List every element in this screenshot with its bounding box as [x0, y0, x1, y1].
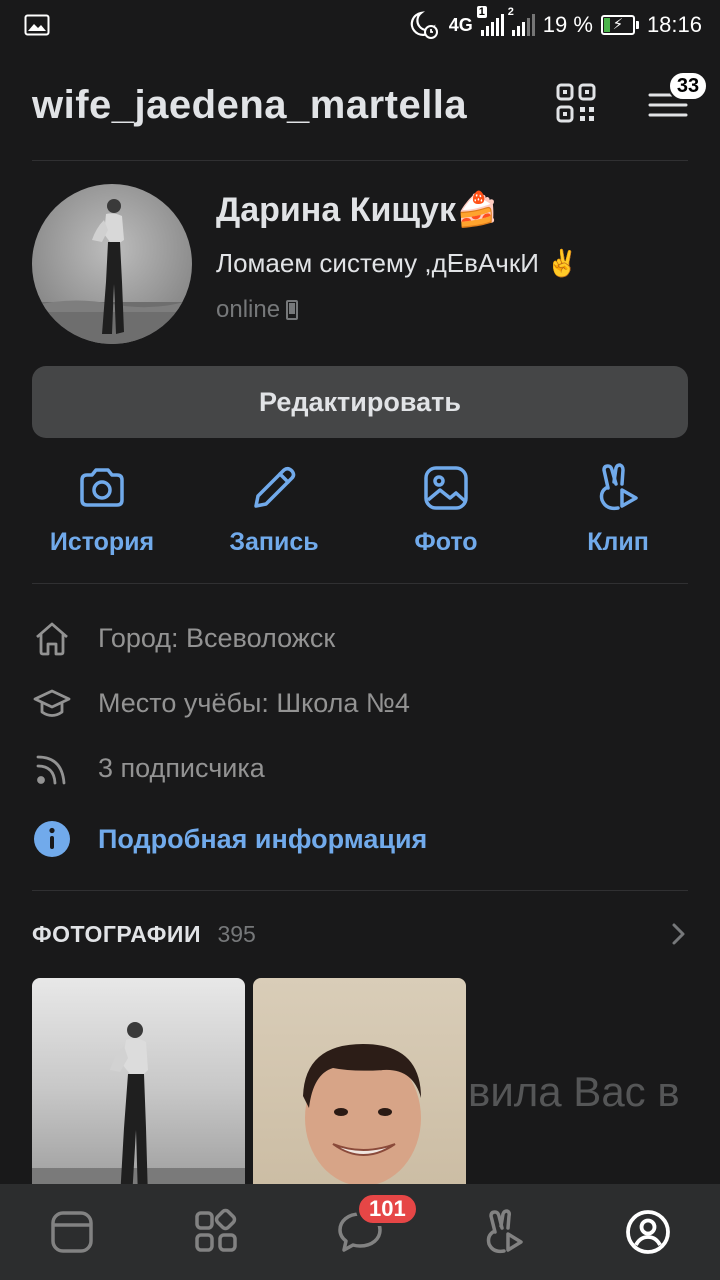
online-label: online: [216, 296, 281, 323]
menu-notification-badge: 33: [668, 71, 708, 101]
qr-code-icon[interactable]: [556, 83, 596, 128]
action-photo[interactable]: Фото: [360, 462, 532, 557]
action-clip-label: Клип: [587, 528, 649, 556]
photo-thumbnail[interactable]: [32, 978, 245, 1198]
tab-services[interactable]: [176, 1192, 256, 1272]
graduation-cap-icon: [33, 689, 71, 717]
image-icon: [424, 466, 468, 510]
services-grid-icon: [195, 1208, 237, 1252]
photos-section-header[interactable]: ФОТОГРАФИИ 395: [32, 920, 688, 948]
action-story[interactable]: История: [16, 462, 188, 557]
overlay-notification-text: вила Вас в: [468, 1068, 680, 1115]
profile-icon: [626, 1210, 670, 1254]
photos-title: ФОТОГРАФИИ: [32, 920, 201, 947]
tab-profile[interactable]: [608, 1192, 688, 1272]
network-type: 4G: [448, 14, 473, 35]
news-feed-icon: [51, 1211, 93, 1253]
username: wife_jaedena_martella: [32, 82, 468, 127]
edit-profile-button[interactable]: Редактировать: [32, 366, 688, 438]
action-clip[interactable]: Клип: [532, 462, 704, 557]
info-followers-text: 3 подписчика: [98, 753, 265, 783]
sim2-label: 2: [507, 6, 514, 18]
tab-messages[interactable]: 101: [320, 1192, 419, 1272]
profile-header: wife_jaedena_martella 33: [32, 70, 708, 140]
mobile-phone-icon: [286, 300, 299, 320]
bottom-tab-bar: 101: [0, 1184, 720, 1280]
info-school-text: Место учёбы: Школа №4: [98, 688, 410, 718]
messages-badge: 101: [356, 1192, 419, 1226]
online-indicator: online: [216, 296, 299, 324]
tab-clips[interactable]: [464, 1192, 544, 1272]
info-details[interactable]: Подробная информация: [32, 801, 688, 877]
profile-name: Дарина Кищук🍰: [216, 191, 499, 229]
pencil-icon: [254, 466, 296, 508]
action-photo-label: Фото: [414, 528, 478, 556]
status-bar: 4G 1 2 19 % ⚡ 18:16: [0, 0, 720, 50]
profile-info-list: Город: Всеволожск Место учёбы: Школа №4 …: [32, 606, 688, 877]
info-followers[interactable]: 3 подписчика: [32, 736, 688, 801]
action-post[interactable]: Запись: [188, 462, 360, 557]
chevron-right-icon: [672, 923, 685, 945]
info-school: Место учёбы: Школа №4: [32, 671, 688, 736]
home-icon: [36, 622, 68, 655]
sim1-label: 1: [476, 6, 487, 18]
info-city-text: Город: Всеволожск: [98, 623, 336, 653]
quick-actions: История Запись Фото Клип: [16, 462, 704, 557]
actions-divider: [32, 583, 688, 584]
avatar[interactable]: [32, 184, 192, 344]
header-divider: [32, 160, 688, 161]
info-divider: [32, 890, 688, 891]
profile-status: Ломаем систему ,дЕвАчкИ ✌️: [216, 248, 579, 278]
info-city: Город: Всеволожск: [32, 606, 688, 671]
photos-count: 395: [217, 920, 256, 947]
photos-grid: [32, 978, 466, 1198]
clip-icon: [599, 463, 638, 511]
photo-thumbnail[interactable]: [253, 978, 466, 1198]
signal-sim1-icon: 1: [476, 6, 504, 36]
do-not-disturb-moon-icon: [407, 10, 441, 40]
tab-news[interactable]: [32, 1192, 112, 1272]
action-story-label: История: [49, 528, 155, 556]
clips-icon: [486, 1209, 523, 1254]
details-link[interactable]: Подробная информация: [98, 824, 427, 855]
battery-percent: 19 %: [542, 12, 593, 37]
camera-icon: [80, 468, 124, 507]
info-icon: [34, 821, 70, 857]
battery-charging-icon: ⚡: [600, 15, 639, 35]
signal-sim2-icon: 2: [508, 6, 535, 36]
clock: 18:16: [646, 12, 702, 37]
action-post-label: Запись: [229, 528, 319, 556]
gallery-notification-icon: [24, 14, 50, 36]
menu-button[interactable]: 33: [648, 71, 708, 125]
rss-followers-icon: [36, 755, 66, 784]
